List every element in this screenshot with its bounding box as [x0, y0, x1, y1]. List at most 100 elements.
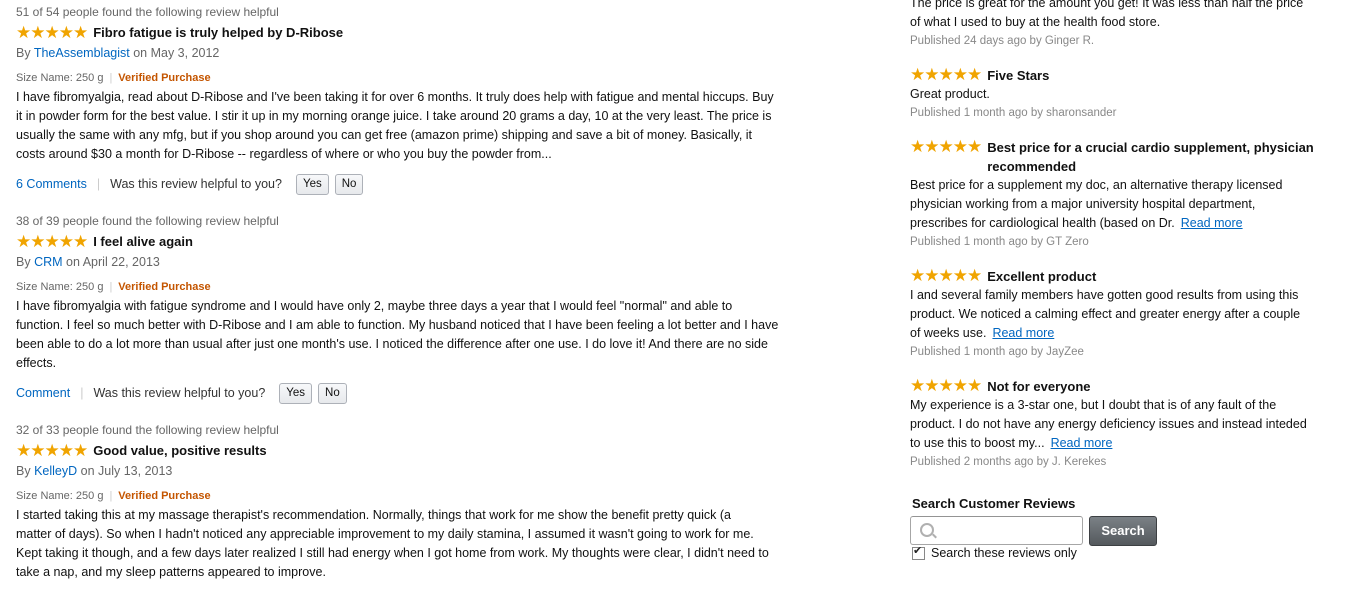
review-body-line: I have fibromyalgia with fatigue syndrom…: [16, 299, 733, 313]
recent-review-body: I and several family members have gotten…: [910, 286, 1335, 343]
helpful-question: Was this review helpful to you?: [93, 386, 266, 400]
review-byline: By CRM on April 22, 2013: [16, 253, 816, 271]
review-item: 32 of 33 people found the following revi…: [16, 423, 816, 582]
recent-review-body-line: Great product.: [910, 87, 990, 101]
comment-link[interactable]: Comment: [16, 386, 70, 400]
verified-purchase-badge: Verified Purchase: [118, 281, 211, 293]
review-actions: Comment | Was this review helpful to you…: [16, 382, 816, 404]
search-reviews-input[interactable]: [937, 520, 1081, 542]
recent-review-body-line: to use this to boost my... Read more: [910, 434, 1335, 453]
search-icon: [920, 523, 934, 537]
recent-review-body-line: product. I do not have any energy defici…: [910, 417, 1307, 431]
helpful-count: 38 of 39 people found the following revi…: [16, 214, 279, 228]
divider: |: [109, 490, 113, 502]
recent-review-body-line: The price is great for the amount you ge…: [910, 0, 1304, 10]
review-meta: Size Name: 250 g | Verified Purchase: [16, 489, 816, 503]
review-body-line: it in powder form for the best value. I …: [16, 109, 772, 123]
recent-review-body: My experience is a 3-star one, but I dou…: [910, 396, 1335, 453]
recent-review-published: Published 24 days ago by Ginger R.: [910, 35, 1095, 47]
size-name: Size Name: 250 g: [16, 281, 104, 293]
recent-review-body-line: Best price for a supplement my doc, an a…: [910, 178, 1283, 192]
review-body-line: Kept taking it though, and a few days la…: [16, 546, 769, 560]
search-only-label[interactable]: Search these reviews only: [931, 546, 1077, 560]
review-meta: Size Name: 250 g | Verified Purchase: [16, 71, 816, 85]
search-only-checkbox[interactable]: [912, 544, 925, 560]
star-rating-icon: ★★★★★: [16, 23, 88, 42]
by-label: By: [16, 46, 31, 60]
review-body-line: usually the same with any mfg, but if yo…: [16, 128, 753, 142]
search-reviews-heading: Search Customer Reviews: [912, 496, 1076, 511]
verified-purchase-badge: Verified Purchase: [118, 490, 211, 502]
author-link[interactable]: CRM: [34, 255, 62, 269]
recent-review-published: Published 1 month ago by sharonsander: [910, 107, 1117, 119]
recent-review-partial: The price is great for the amount you ge…: [910, 0, 1335, 51]
review-meta: Size Name: 250 g | Verified Purchase: [16, 280, 816, 294]
review-date: on July 13, 2013: [80, 464, 173, 478]
recent-review-body-line: product. We noticed a calming effect and…: [910, 307, 1301, 321]
review-title[interactable]: Good value, positive results: [93, 441, 266, 461]
review-byline: By TheAssemblagist on May 3, 2012: [16, 44, 816, 62]
read-more-link[interactable]: Read more: [992, 326, 1054, 340]
divider: |: [80, 386, 84, 400]
review-body-line: I have fibromyalgia, read about D-Ribose…: [16, 90, 774, 104]
review-item: 38 of 39 people found the following revi…: [16, 214, 816, 404]
review-date: on April 22, 2013: [66, 255, 160, 269]
star-rating-icon: ★★★★★: [910, 376, 982, 395]
author-link[interactable]: TheAssemblagist: [34, 46, 130, 60]
divider: |: [109, 72, 113, 84]
no-button[interactable]: No: [318, 382, 347, 404]
star-rating-icon: ★★★★★: [16, 232, 88, 251]
review-body-line: I started taking this at my massage ther…: [16, 508, 731, 522]
recent-review-body-line: prescribes for cardiological health (bas…: [910, 214, 1335, 233]
recent-review-item: ★★★★★ Not for everyone My experience is …: [910, 377, 1335, 472]
review-body: I have fibromyalgia, read about D-Ribose…: [16, 88, 811, 164]
recent-review-body: The price is great for the amount you ge…: [910, 0, 1335, 32]
recent-review-title[interactable]: Not for everyone: [987, 377, 1090, 396]
star-rating-icon: ★★★★★: [910, 65, 982, 84]
by-label: By: [16, 464, 31, 478]
recent-review-body-line: of what I used to buy at the health food…: [910, 15, 1161, 29]
recent-review-item: ★★★★★ Best price for a crucial cardio su…: [910, 138, 1335, 252]
review-title[interactable]: I feel alive again: [93, 232, 193, 252]
search-reviews-box[interactable]: [910, 516, 1083, 545]
recent-review-body-line: I and several family members have gotten…: [910, 288, 1299, 302]
comments-link[interactable]: 6 Comments: [16, 177, 87, 191]
recent-review-item: ★★★★★ Five Stars Great product. Publishe…: [910, 66, 1335, 123]
review-body-line: been able to do a lot more than usual af…: [16, 337, 768, 351]
by-label: By: [16, 255, 31, 269]
size-name: Size Name: 250 g: [16, 72, 104, 84]
author-link[interactable]: KelleyD: [34, 464, 77, 478]
review-body: I started taking this at my massage ther…: [16, 506, 811, 582]
review-body: I have fibromyalgia with fatigue syndrom…: [16, 297, 811, 373]
helpful-count: 51 of 54 people found the following revi…: [16, 5, 279, 19]
verified-purchase-badge: Verified Purchase: [118, 72, 211, 84]
search-button[interactable]: Search: [1089, 516, 1157, 546]
recent-review-body-line: physician working from a major universit…: [910, 197, 1256, 211]
recent-review-title[interactable]: Five Stars: [987, 66, 1049, 85]
read-more-link[interactable]: Read more: [1051, 436, 1113, 450]
recent-review-body-text: prescribes for cardiological health (bas…: [910, 216, 1175, 230]
divider: |: [109, 281, 113, 293]
recent-review-body: Great product.: [910, 85, 1335, 104]
recent-review-published: Published 1 month ago by JayZee: [910, 346, 1084, 358]
yes-button[interactable]: Yes: [295, 173, 329, 195]
recent-review-title[interactable]: Excellent product: [987, 267, 1096, 286]
recent-review-title[interactable]: Best price for a crucial cardio suppleme…: [987, 138, 1335, 176]
review-body-line: costs around $30 a month for D-Ribose --…: [16, 147, 552, 161]
read-more-link[interactable]: Read more: [1181, 216, 1243, 230]
star-rating-icon: ★★★★★: [910, 266, 982, 285]
review-actions: 6 Comments | Was this review helpful to …: [16, 173, 816, 195]
divider: |: [96, 177, 101, 191]
review-byline: By KelleyD on July 13, 2013: [16, 462, 816, 480]
recent-review-body-text: of weeks use.: [910, 326, 987, 340]
star-rating-icon: ★★★★★: [910, 137, 982, 156]
recent-review-item: ★★★★★ Excellent product I and several fa…: [910, 267, 1335, 362]
helpful-count: 32 of 33 people found the following revi…: [16, 423, 279, 437]
search-only-row: Search these reviews only: [912, 544, 1077, 560]
yes-button[interactable]: Yes: [279, 382, 313, 404]
star-rating-icon: ★★★★★: [16, 441, 88, 460]
review-body-line: matter of days). So when I hadn't notice…: [16, 527, 754, 541]
no-button[interactable]: No: [334, 173, 364, 195]
review-title[interactable]: Fibro fatigue is truly helped by D-Ribos…: [93, 23, 343, 43]
recent-review-published: Published 1 month ago by GT Zero: [910, 236, 1089, 248]
